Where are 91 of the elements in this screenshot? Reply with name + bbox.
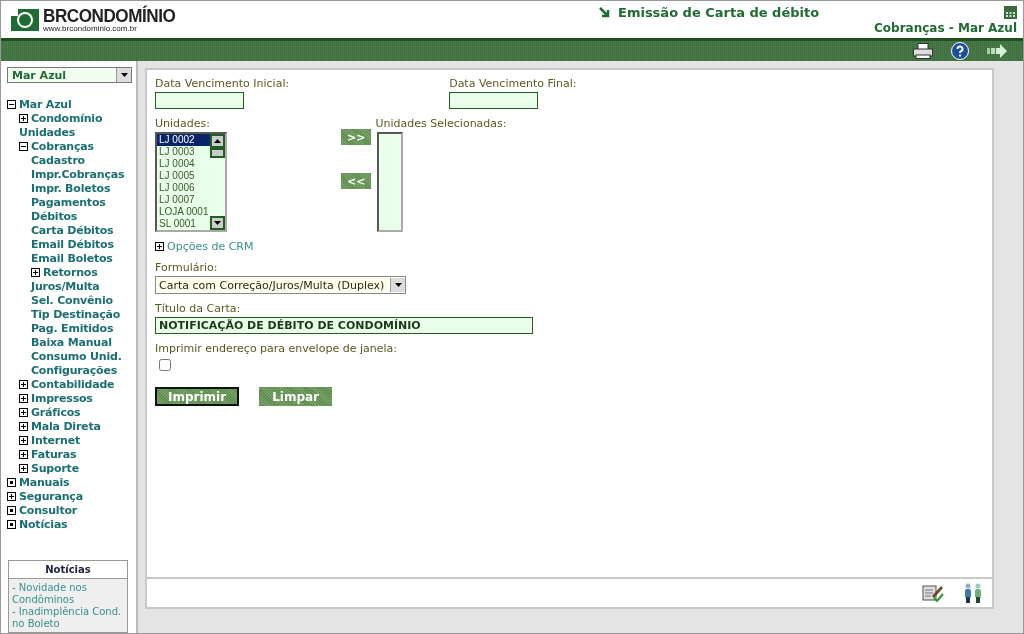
expand-icon[interactable] [19, 421, 28, 431]
arrow-icon [599, 6, 610, 18]
expand-icon[interactable] [19, 449, 28, 459]
nav-item[interactable]: Email Débitos [31, 237, 114, 251]
page-subtitle: Cobranças - Mar Azul [874, 20, 1017, 35]
printer-icon[interactable] [913, 43, 933, 59]
nav-item[interactable]: Juros/Multa [31, 279, 100, 293]
nav-item[interactable]: Débitos [31, 209, 78, 223]
collapse-icon[interactable] [7, 99, 16, 109]
nav-item[interactable]: Notícias [19, 517, 68, 531]
nav-item[interactable]: Email Boletos [31, 251, 113, 265]
nav-item[interactable]: Mar Azul [19, 97, 72, 111]
nav-item[interactable]: Pag. Emitidos [31, 321, 114, 335]
logo-icon [11, 8, 39, 31]
news-link[interactable]: - Inadimplência Cond. no Boleto [12, 606, 124, 630]
nav-item[interactable]: Configurações [31, 363, 118, 377]
field-label: Formulário: [155, 261, 219, 274]
nav-item[interactable]: Baixa Manual [31, 335, 112, 349]
nav-item[interactable]: Mala Direta [31, 419, 101, 433]
field-label: Título da Carta: [155, 302, 242, 315]
expand-icon[interactable] [19, 407, 28, 417]
date-field[interactable] [155, 92, 244, 109]
template-select[interactable]: Carta com Correção/Juros/Multa (Duplex) [155, 276, 406, 294]
expand-icon[interactable] [19, 463, 28, 473]
add-button[interactable]: >> [341, 129, 372, 145]
users-icon[interactable] [962, 583, 984, 603]
expand-icon[interactable] [19, 393, 28, 403]
nav-item[interactable]: Consumo Unid. [31, 349, 122, 363]
calculator-icon[interactable] [1004, 5, 1017, 19]
scroll-bar[interactable] [210, 134, 225, 230]
nav-item[interactable]: Contabilidade [31, 377, 115, 391]
crm-options-link[interactable]: Opções de CRM [167, 240, 254, 253]
dropdown-icon [394, 283, 402, 287]
nav-item[interactable]: Condomínio [31, 111, 103, 125]
expand-icon[interactable] [19, 113, 28, 123]
news-link[interactable]: - Novidade nos Condôminos [12, 582, 124, 606]
field-label: Unidades: [155, 117, 211, 130]
list-option[interactable]: LJ 0006 [157, 182, 210, 194]
help-icon[interactable] [951, 42, 969, 60]
expand-icon[interactable] [31, 267, 40, 277]
list-option[interactable]: LJ 0003 [157, 146, 210, 158]
remove-button[interactable]: << [341, 173, 372, 189]
condo-select[interactable]: Mar Azul [7, 67, 132, 83]
envelope-checkbox[interactable] [159, 359, 171, 371]
nav-item[interactable]: Cobranças [31, 139, 94, 153]
list-option[interactable]: SL 0001 [157, 218, 210, 230]
list-option[interactable]: LOJA 0001 [157, 206, 210, 218]
nav-item[interactable]: Cadastro [31, 153, 85, 167]
nav-item[interactable]: Sel. Convênio [31, 293, 113, 307]
collapse-icon[interactable] [19, 141, 28, 151]
nav-item[interactable]: Faturas [31, 447, 77, 461]
nav-item[interactable]: Impressos [31, 391, 93, 405]
news-title: Notícias [9, 561, 127, 579]
nav-item[interactable]: Suporte [31, 461, 79, 475]
exit-arrow-icon[interactable] [987, 44, 1007, 58]
nav-item[interactable]: Consultor [19, 503, 78, 517]
date-field[interactable] [449, 92, 539, 109]
list-option[interactable]: LJ 0004 [157, 158, 210, 170]
nav-item[interactable]: Manuais [19, 475, 70, 489]
nav-item[interactable]: Unidades [19, 125, 76, 139]
field-label: Data Vencimento Inicial: [155, 77, 290, 90]
logo-url: www.brcondominio.com.br [43, 25, 138, 33]
nav-item[interactable]: Tip Destinação [31, 307, 121, 321]
action-button[interactable]: Limpar [259, 387, 332, 406]
page-icon [7, 477, 16, 487]
field-label: Imprimir endereço para envelope de janela: [155, 342, 398, 355]
expand-icon[interactable] [155, 242, 164, 251]
edit-check-icon[interactable] [922, 584, 944, 602]
expand-icon[interactable] [19, 379, 28, 389]
nav-item[interactable]: Impr. Boletos [31, 181, 111, 195]
page-title: Emissão de Carta de débito [618, 4, 821, 20]
nav-item[interactable]: Impr.Cobranças [31, 167, 125, 181]
list-option[interactable]: LJ 0005 [157, 170, 210, 182]
nav-item[interactable]: Pagamentos [31, 195, 106, 209]
nav-item[interactable]: Gráficos [31, 405, 81, 419]
logo-text: BRCONDOMÍNIO [43, 6, 176, 25]
nav-item[interactable]: Carta Débitos [31, 223, 114, 237]
nav-item[interactable]: Segurança [19, 489, 83, 503]
nav-item[interactable]: Internet [31, 433, 81, 447]
expand-icon[interactable] [7, 491, 16, 501]
field-label: Data Vencimento Final: [449, 77, 577, 90]
dropdown-icon [120, 73, 128, 77]
units-listbox[interactable]: LJ 0002 LJ 0003 LJ 0004 LJ 0005 LJ 0006 LJ 0007 LOJA 0001 SL 0001 [155, 132, 227, 232]
expand-icon[interactable] [19, 435, 28, 445]
title-field[interactable]: NOTIFICAÇÃO DE DÉBITO DE CONDOMÍNIO [155, 317, 533, 334]
field-label: Unidades Selecionadas: [375, 117, 507, 130]
list-option[interactable]: LJ 0002 [157, 134, 210, 146]
action-button[interactable]: Imprimir [155, 387, 240, 406]
selected-units-listbox[interactable] [377, 132, 404, 232]
list-option[interactable]: LJ 0007 [157, 194, 210, 206]
nav-item[interactable]: Retornos [43, 265, 98, 279]
